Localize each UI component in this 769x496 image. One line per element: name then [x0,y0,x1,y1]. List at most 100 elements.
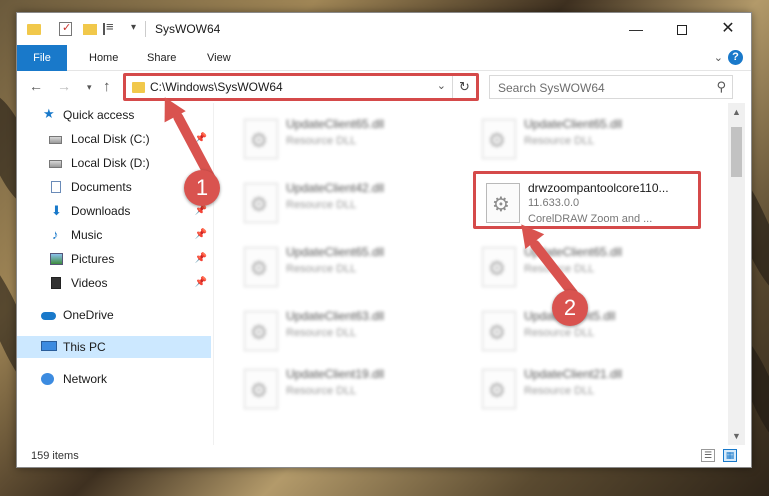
window-title: SysWOW64 [155,22,221,36]
sidebar-item-this-pc[interactable]: This PC [17,336,211,358]
sidebar-item-label: This PC [63,340,106,354]
search-input[interactable]: Search SysWOW64 ⚲ [489,75,733,99]
dll-file-icon [244,183,278,223]
new-folder-icon[interactable] [83,24,97,35]
file-type: Resource DLL [286,385,357,397]
file-type: Resource DLL [286,135,357,147]
sidebar-item-pictures[interactable]: Pictures 📌 [17,248,211,270]
sidebar-item-network[interactable]: Network [17,368,211,390]
maximize-icon [677,25,687,36]
file-name: UpdateClient65.dll [286,245,385,259]
tab-file[interactable]: File [17,45,67,71]
dll-file-icon [244,119,278,159]
callout-number-2: 2 [552,290,588,326]
dll-file-icon [244,247,278,287]
expand-ribbon-icon[interactable]: ⌄ [714,51,723,64]
sidebar-item-label: Documents [71,180,132,194]
up-arrow-icon[interactable]: ↑ [103,78,111,95]
recent-locations-icon[interactable]: ▾ [87,82,92,93]
search-icon[interactable]: ⚲ [716,79,726,95]
view-options-icon[interactable] [103,19,117,35]
file-type: Resource DLL [524,135,595,147]
sidebar-item-label: Network [63,372,108,386]
sidebar-item-label: Quick access [63,108,135,122]
properties-icon[interactable] [59,21,72,36]
callout-number-1: 1 [184,170,220,206]
network-icon [41,373,54,385]
dll-file-icon [482,119,516,159]
sidebar-item-label: Downloads [71,204,131,218]
dll-file-icon [244,311,278,351]
pictures-icon [50,253,63,265]
document-icon [51,181,61,193]
sidebar-item-label: Videos [71,276,108,290]
navigation-pane: ★ Quick access Local Disk (C:) 📌 Local D… [17,103,213,445]
file-item[interactable]: UpdateClient63.dll Resource DLL [234,303,454,357]
sidebar-item-local-disk-d[interactable]: Local Disk (D:) [17,152,211,174]
file-item[interactable]: UpdateClient65.dll Resource DLL [472,111,692,165]
vertical-scrollbar[interactable]: ▲ ▼ [728,103,745,445]
file-type: Resource DLL [286,199,357,211]
pin-icon[interactable]: 📌 [195,248,207,270]
close-button[interactable]: ✕ [705,13,751,45]
sidebar-item-label: Music [71,228,103,242]
cloud-icon [41,312,56,320]
sidebar-item-onedrive[interactable]: OneDrive [17,304,211,326]
explorer-window: ▾ SysWOW64 — ✕ File Home Share View ⌄ ? … [16,12,752,468]
file-item[interactable]: UpdateClient65.dll Resource DLL [234,111,454,165]
file-item[interactable]: UpdateClient65.dll Resource DLL [472,239,692,293]
music-icon: ♪ [52,227,59,242]
scroll-down-icon[interactable]: ▼ [732,431,741,441]
dll-file-icon [482,369,516,409]
item-count: 159 items [31,450,79,462]
sidebar-item-videos[interactable]: Videos 📌 [17,272,211,294]
file-name: UpdateClient65.dll [524,117,623,131]
file-type: Resource DLL [524,327,595,339]
ribbon: File Home Share View ⌄ ? [17,45,751,71]
sidebar-item-label: OneDrive [63,308,114,322]
file-item[interactable]: UpdateClient42.dll Resource DLL [234,175,454,229]
computer-icon [41,341,57,351]
large-icons-view-icon[interactable]: ▦ [723,449,737,462]
file-type: Resource DLL [286,327,357,339]
disk-icon [49,160,62,168]
file-name: UpdateClient65.dll [286,117,385,131]
sidebar-item-downloads[interactable]: ⬇ Downloads 📌 [17,200,211,222]
pin-icon[interactable]: 📌 [195,272,207,294]
file-list: UpdateClient65.dll Resource DLL UpdateCl… [214,103,728,445]
file-type: Resource DLL [524,385,595,397]
file-name: UpdateClient19.dll [286,367,385,381]
back-arrow-icon[interactable]: ← [29,78,43,94]
help-icon[interactable]: ? [728,50,743,65]
file-item[interactable]: UpdateClient19.dll Resource DLL [234,361,454,415]
sidebar-item-label: Local Disk (C:) [71,132,150,146]
sidebar-item-label: Pictures [71,252,115,266]
title-bar: ▾ SysWOW64 — ✕ [17,13,751,45]
file-name: UpdateClient63.dll [286,309,385,323]
file-item[interactable]: UpdateClient21.dll Resource DLL [472,361,692,415]
customize-toolbar-icon[interactable]: ▾ [131,22,136,38]
dll-file-icon [482,247,516,287]
tab-home[interactable]: Home [77,45,130,71]
sidebar-item-documents[interactable]: Documents 📌 [17,176,211,198]
file-name: UpdateClient21.dll [524,367,623,381]
star-icon: ★ [43,106,55,121]
forward-arrow-icon[interactable]: → [57,78,71,94]
maximize-button[interactable] [659,13,705,45]
scroll-up-icon[interactable]: ▲ [732,107,741,117]
navigation-bar: ← → ▾ ↑ C:\Windows\SysWOW64 ⌄ ↻ Search S… [17,71,751,103]
tab-share[interactable]: Share [135,45,188,71]
folder-icon[interactable] [27,24,41,35]
details-view-icon[interactable]: ☰ [701,449,715,462]
file-type: Resource DLL [286,263,357,275]
dll-file-icon [244,369,278,409]
tab-view[interactable]: View [195,45,243,71]
file-item[interactable]: UpdateClient65.dll Resource DLL [234,239,454,293]
title-divider [145,21,146,37]
download-icon: ⬇ [51,203,62,218]
scroll-thumb[interactable] [731,127,742,177]
minimize-button[interactable]: — [613,13,659,45]
pin-icon[interactable]: 📌 [195,224,207,246]
video-icon [51,277,61,289]
sidebar-item-music[interactable]: ♪ Music 📌 [17,224,211,246]
